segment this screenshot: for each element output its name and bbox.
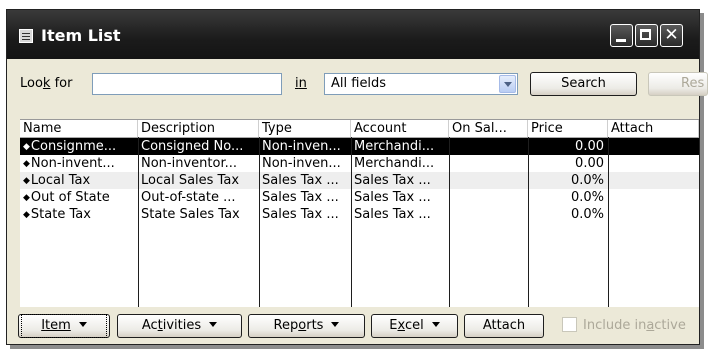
table-row[interactable]: ◆Consignme... Consigned No... Non-inven.… xyxy=(20,138,699,155)
column-header-type[interactable]: Type xyxy=(259,120,351,137)
dropdown-arrow-icon xyxy=(209,322,218,327)
cell-attach xyxy=(608,189,699,206)
table-header: Name Description Type Account On Sal... … xyxy=(20,120,699,138)
cell-description: Local Sales Tax xyxy=(141,173,240,188)
activities-menu-button[interactable]: Activities xyxy=(117,314,242,338)
cell-on-sale xyxy=(449,189,528,206)
cell-type: Sales Tax ... xyxy=(262,207,339,222)
item-list-window: Item List ✕ Look for in All fields Searc… xyxy=(6,9,708,345)
activities-menu-label: Activities xyxy=(141,318,202,333)
item-list-icon xyxy=(19,29,33,43)
cell-on-sale xyxy=(449,172,528,189)
excel-menu-button[interactable]: Excel xyxy=(371,314,458,338)
cell-description: Consigned No... xyxy=(141,139,244,154)
cell-price: 0.00 xyxy=(575,139,604,154)
look-for-label: Look for xyxy=(20,76,73,91)
focus-ring xyxy=(21,314,107,338)
cell-price: 0.0% xyxy=(570,207,604,222)
look-for-input[interactable] xyxy=(92,73,282,95)
cell-type: Non-inven... xyxy=(262,156,341,171)
maximize-button[interactable] xyxy=(635,24,658,47)
table-row[interactable]: ◆State Tax State Sales Tax Sales Tax ...… xyxy=(20,206,699,223)
cell-on-sale xyxy=(449,138,528,155)
cell-price: 0.0% xyxy=(570,190,604,205)
cell-account: Sales Tax ... xyxy=(354,207,431,222)
cell-name: ◆State Tax xyxy=(23,207,91,222)
field-select-value: All fields xyxy=(331,76,387,91)
reset-button[interactable]: Res xyxy=(648,72,708,96)
include-inactive-label: Include inactive xyxy=(583,318,686,333)
cell-price: 0.0% xyxy=(570,173,604,188)
in-label: in xyxy=(295,76,307,91)
cell-attach xyxy=(608,138,699,155)
cell-attach xyxy=(608,172,699,189)
search-bar: Look for in All fields Search Res xyxy=(7,59,708,117)
column-header-on-sale[interactable]: On Sal... xyxy=(449,120,528,137)
field-select[interactable]: All fields xyxy=(324,73,518,95)
item-table[interactable]: Name Description Type Account On Sal... … xyxy=(20,119,699,308)
cell-name: ◆Out of State xyxy=(23,190,110,205)
cell-type: Sales Tax ... xyxy=(262,190,339,205)
column-divider xyxy=(138,137,139,308)
item-diamond-icon: ◆ xyxy=(23,210,30,220)
table-row[interactable]: ◆Out of State Out-of-state ... Sales Tax… xyxy=(20,189,699,206)
column-header-attach[interactable]: Attach xyxy=(608,120,699,137)
excel-menu-label: Excel xyxy=(389,318,424,333)
reports-menu-label: Reports xyxy=(273,318,324,333)
cell-on-sale xyxy=(449,206,528,223)
column-header-name[interactable]: Name xyxy=(20,120,138,137)
cell-attach xyxy=(608,155,699,172)
column-divider xyxy=(259,137,260,308)
cell-account: Sales Tax ... xyxy=(354,173,431,188)
table-row[interactable]: ◆Non-invent... Non-inventor... Non-inven… xyxy=(20,155,699,172)
column-header-price[interactable]: Price xyxy=(528,120,608,137)
table-row[interactable]: ◆Local Tax Local Sales Tax Sales Tax ...… xyxy=(20,172,699,189)
cell-account: Merchandi... xyxy=(354,156,435,171)
cell-attach xyxy=(608,206,699,223)
item-diamond-icon: ◆ xyxy=(23,176,30,186)
column-divider xyxy=(351,137,352,308)
item-diamond-icon: ◆ xyxy=(23,193,30,203)
cell-name: ◆Consignme... xyxy=(23,139,117,154)
dropdown-arrow-icon xyxy=(431,322,440,327)
cell-description: State Sales Tax xyxy=(141,207,240,222)
dropdown-arrow-icon xyxy=(331,322,340,327)
column-header-account[interactable]: Account xyxy=(351,120,449,137)
minimize-button[interactable] xyxy=(610,24,633,47)
bottom-toolbar: Item Activities Reports Excel Attach Inc… xyxy=(7,307,699,344)
attach-button[interactable]: Attach xyxy=(464,314,544,338)
chevron-down-icon[interactable] xyxy=(499,75,516,93)
cell-type: Sales Tax ... xyxy=(262,173,339,188)
column-divider xyxy=(608,137,609,308)
cell-account: Sales Tax ... xyxy=(354,190,431,205)
column-divider xyxy=(449,137,450,308)
cell-description: Non-inventor... xyxy=(141,156,237,171)
cell-account: Merchandi... xyxy=(354,139,435,154)
reports-menu-button[interactable]: Reports xyxy=(248,314,365,338)
include-inactive-checkbox[interactable] xyxy=(562,317,577,332)
close-button[interactable]: ✕ xyxy=(660,24,683,47)
item-diamond-icon: ◆ xyxy=(23,159,30,169)
cell-name: ◆Local Tax xyxy=(23,173,91,188)
title-bar[interactable]: Item List ✕ xyxy=(7,10,699,59)
cell-type: Non-inven... xyxy=(262,139,341,154)
cell-name: ◆Non-invent... xyxy=(23,156,115,171)
column-header-description[interactable]: Description xyxy=(138,120,259,137)
cell-on-sale xyxy=(449,155,528,172)
column-divider xyxy=(528,137,529,308)
item-diamond-icon: ◆ xyxy=(23,142,30,152)
window-title: Item List xyxy=(41,26,121,45)
close-icon: ✕ xyxy=(664,25,679,45)
cell-description: Out-of-state ... xyxy=(141,190,236,205)
search-button[interactable]: Search xyxy=(530,72,637,96)
cell-price: 0.00 xyxy=(575,156,604,171)
